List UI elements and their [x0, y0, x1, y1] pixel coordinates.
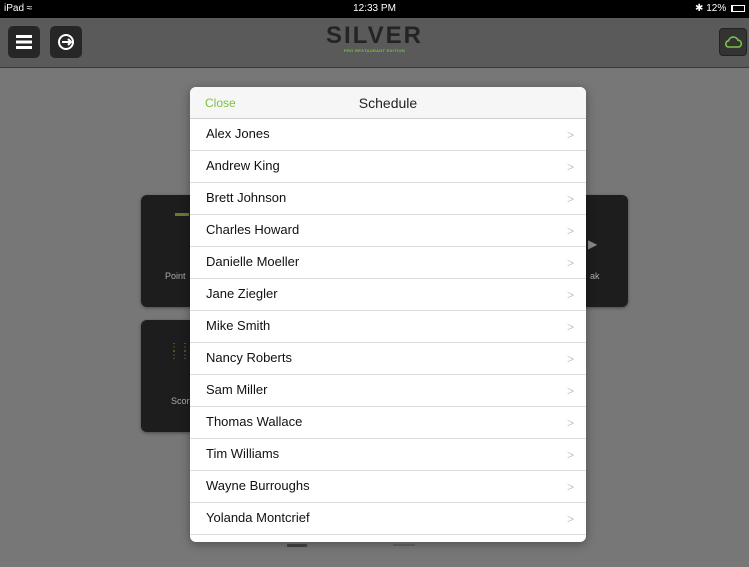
tile-label: Point — [165, 271, 186, 281]
item-label: Sam Miller — [206, 382, 268, 397]
list-item[interactable]: Wayne Burroughs > — [190, 471, 586, 503]
chevron-right-icon: > — [566, 480, 574, 494]
status-time: 12:33 PM — [353, 3, 396, 14]
list-item[interactable]: Andrew King > — [190, 151, 586, 183]
list-item[interactable]: Thomas Wallace > — [190, 407, 586, 439]
battery-percent: 12% — [706, 3, 727, 14]
chevron-right-icon: > — [566, 128, 574, 142]
chevron-right-icon: > — [566, 352, 574, 366]
item-label: Alex Jones — [206, 126, 270, 141]
chevron-right-icon: > — [566, 288, 574, 302]
chevron-right-icon: > — [566, 224, 574, 238]
schedule-modal: Close Schedule Alex Jones > Andrew King > … — [190, 87, 586, 542]
logo-subtext: PRO RESTAURANT EDITION — [344, 48, 405, 53]
list-item[interactable]: Yolanda Montcrief > — [190, 503, 586, 535]
chevron-right-icon: > — [566, 160, 574, 174]
status-bar: iPad ≈ 12:33 PM ✱ 12% — [0, 0, 749, 18]
chevron-right-icon: > — [566, 256, 574, 270]
list-item[interactable]: Sam Miller > — [190, 375, 586, 407]
chevron-right-icon: > — [566, 448, 574, 462]
cloud-icon — [725, 36, 743, 48]
chevron-right-icon: > — [566, 320, 574, 334]
chevron-right-icon: > — [566, 192, 574, 206]
item-label: Yolanda Montcrief — [206, 510, 310, 525]
chevron-right-icon: > — [566, 512, 574, 526]
item-label: Thomas Wallace — [206, 414, 303, 429]
item-label: Andrew King — [206, 158, 280, 173]
item-label: Brett Johnson — [206, 190, 287, 205]
item-label: Nancy Roberts — [206, 350, 292, 365]
battery-icon — [731, 4, 745, 12]
tile-label: Scor — [171, 396, 190, 406]
item-label: Wayne Burroughs — [206, 478, 310, 493]
dots-glyph-icon: ⋮⋮ ⋮⋮ — [169, 342, 191, 361]
tile-glyph — [175, 213, 189, 216]
item-label: Tim Williams — [206, 446, 280, 461]
item-label: Mike Smith — [206, 318, 271, 333]
modal-header: Close Schedule — [190, 87, 586, 119]
item-label: Jane Ziegler — [206, 286, 278, 301]
list-item[interactable]: Brett Johnson > — [190, 183, 586, 215]
modal-title: Schedule — [358, 95, 418, 111]
list-item[interactable]: Tim Williams > — [190, 439, 586, 471]
employee-list: Alex Jones > Andrew King > Brett Johnson > … — [190, 119, 586, 535]
bluetooth-icon: ✱ — [695, 3, 704, 14]
list-item[interactable]: Alex Jones > — [190, 119, 586, 151]
list-item[interactable]: Charles Howard > — [190, 215, 586, 247]
logo-text: SILVER — [326, 22, 423, 49]
list-item[interactable]: Mike Smith > — [190, 311, 586, 343]
chevron-right-icon: > — [566, 416, 574, 430]
bottom-tab-marker — [287, 544, 307, 547]
item-label: Danielle Moeller — [206, 254, 300, 269]
status-right: ✱ 12% — [695, 3, 745, 14]
cloud-sync-button[interactable] — [719, 28, 747, 56]
play-icon: ▶ — [588, 237, 598, 251]
list-item[interactable]: Danielle Moeller > — [190, 247, 586, 279]
chevron-right-icon: > — [566, 384, 574, 398]
bottom-tab-marker — [393, 544, 415, 546]
tile-label: ak — [590, 271, 600, 281]
app-logo: SILVER PRO RESTAURANT EDITION — [0, 22, 749, 54]
list-item[interactable]: Nancy Roberts > — [190, 343, 586, 375]
nav-bar: SILVER PRO RESTAURANT EDITION — [0, 18, 749, 68]
item-label: Charles Howard — [206, 222, 300, 237]
list-item[interactable]: Jane Ziegler > — [190, 279, 586, 311]
